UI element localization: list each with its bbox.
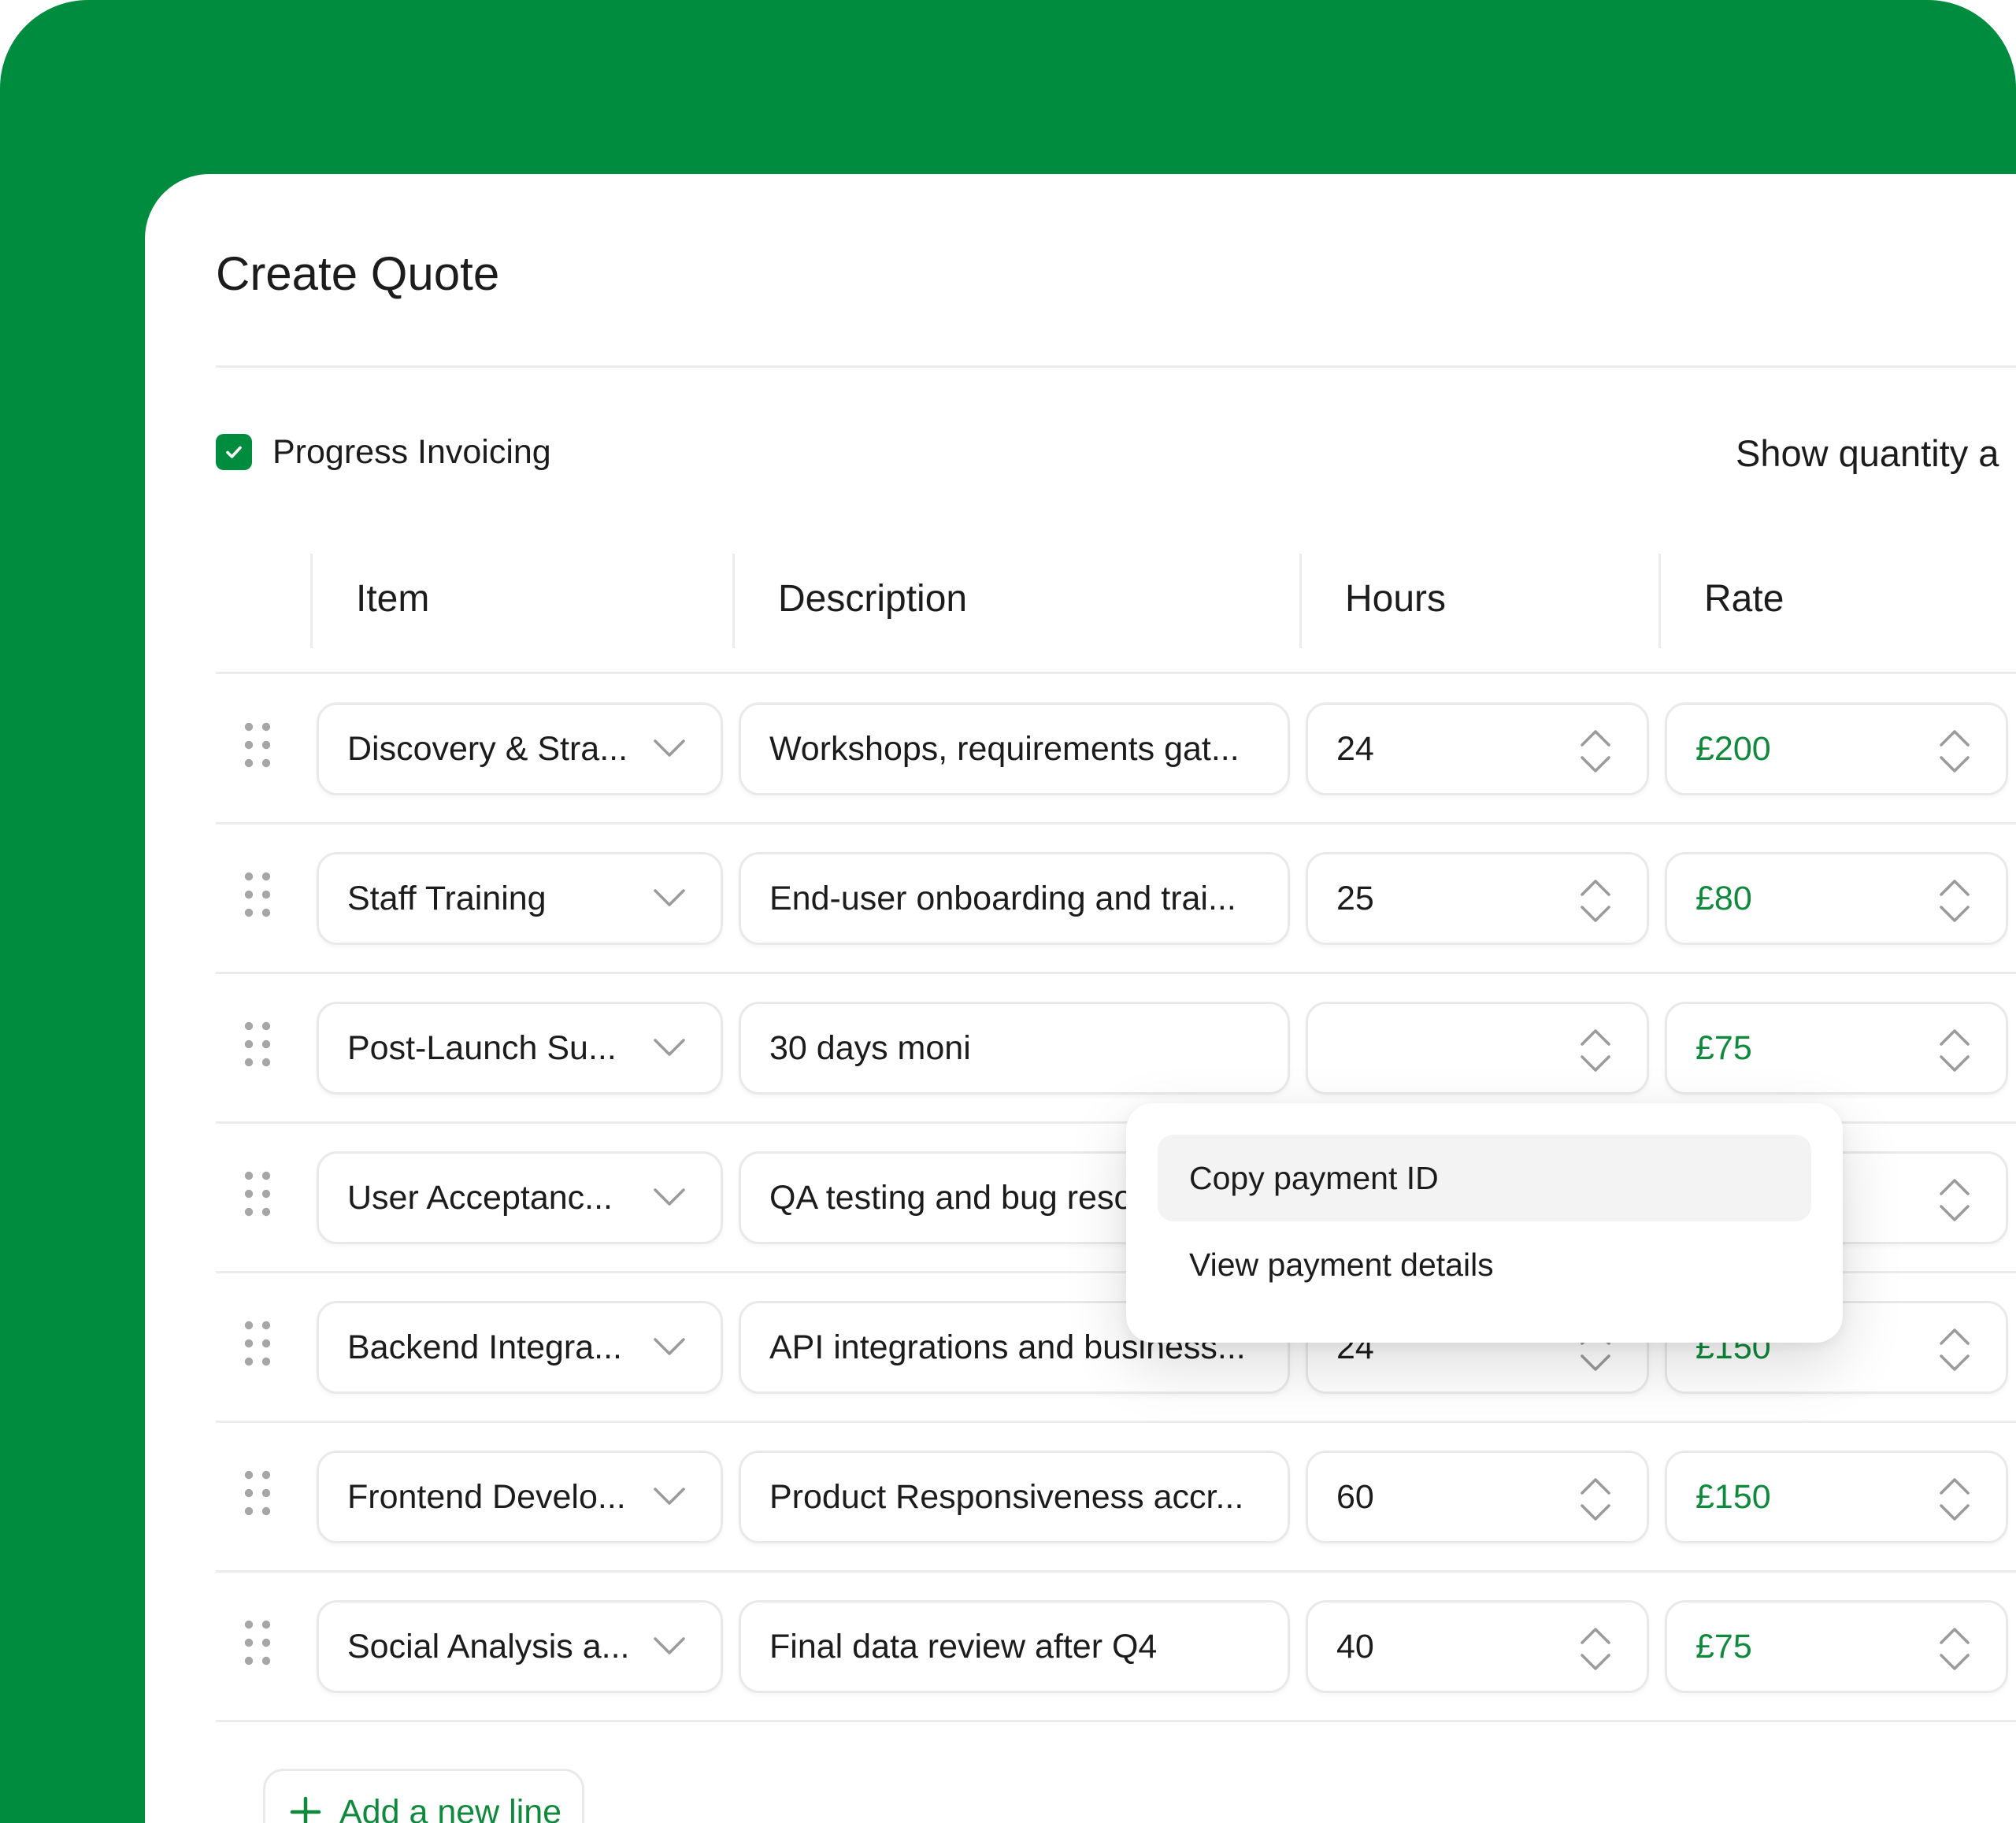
stepper-icon[interactable] bbox=[1938, 1626, 1971, 1672]
drag-handle-icon[interactable] bbox=[244, 1620, 271, 1666]
description-input[interactable]: Workshops, requirements gat... bbox=[739, 702, 1290, 795]
progress-invoicing-checkbox[interactable] bbox=[216, 434, 252, 470]
stepper-icon[interactable] bbox=[1938, 1477, 1971, 1522]
description-input[interactable]: End-user onboarding and trai... bbox=[739, 852, 1290, 945]
item-select[interactable]: Discovery & Stra... bbox=[317, 702, 723, 795]
show-quantity-label: Show quantity a bbox=[1736, 432, 1999, 474]
item-select[interactable]: Staff Training bbox=[317, 852, 723, 945]
page-title: Create Quote bbox=[216, 247, 500, 300]
table-row: Discovery & Stra... Workshops, requiremen… bbox=[216, 675, 2016, 824]
rate-input[interactable]: £75 bbox=[1665, 1600, 2008, 1693]
chevron-down-icon bbox=[654, 1039, 685, 1056]
rate-input[interactable]: £75 bbox=[1665, 1002, 2008, 1095]
item-select[interactable]: Backend Integra... bbox=[317, 1301, 723, 1394]
chevron-down-icon bbox=[654, 1637, 685, 1654]
stepper-icon[interactable] bbox=[1938, 878, 1971, 924]
table-row: Staff Training End-user onboarding and tr… bbox=[216, 824, 2016, 974]
description-input[interactable]: Product Responsiveness accr... bbox=[739, 1451, 1290, 1543]
drag-handle-icon[interactable] bbox=[244, 1171, 271, 1217]
drag-handle-icon[interactable] bbox=[244, 872, 271, 917]
drag-handle-icon[interactable] bbox=[244, 722, 271, 768]
header-separator bbox=[732, 554, 735, 648]
chevron-down-icon bbox=[654, 739, 685, 757]
column-header-description: Description bbox=[778, 578, 968, 620]
check-icon bbox=[226, 446, 242, 458]
progress-invoicing-label: Progress Invoicing bbox=[272, 432, 551, 471]
drag-handle-icon[interactable] bbox=[244, 1021, 271, 1067]
chevron-down-icon bbox=[654, 889, 685, 906]
description-value: Product Responsiveness accr... bbox=[769, 1477, 1244, 1516]
description-input[interactable]: 30 days moni bbox=[739, 1002, 1290, 1095]
stepper-icon[interactable] bbox=[1579, 1028, 1612, 1073]
stepper-icon[interactable] bbox=[1579, 1626, 1612, 1672]
hours-input[interactable]: 60 bbox=[1306, 1451, 1649, 1543]
hours-input[interactable]: 40 bbox=[1306, 1600, 1649, 1693]
item-select[interactable]: Post-Launch Su... bbox=[317, 1002, 723, 1095]
header-divider bbox=[216, 672, 2016, 674]
chevron-down-icon bbox=[654, 1488, 685, 1505]
table-row: Social Analysis a... Final data review af… bbox=[216, 1573, 2016, 1722]
drag-handle-icon[interactable] bbox=[244, 1470, 271, 1516]
menu-item-copy-payment-id[interactable]: Copy payment ID bbox=[1158, 1135, 1811, 1221]
item-select[interactable]: User Acceptanc... bbox=[317, 1151, 723, 1244]
header-separator bbox=[310, 554, 313, 648]
progress-invoicing-option[interactable]: Progress Invoicing bbox=[216, 432, 551, 472]
description-value: Final data review after Q4 bbox=[769, 1627, 1158, 1666]
stepper-icon[interactable] bbox=[1938, 1177, 1971, 1223]
description-value: Workshops, requirements gat... bbox=[769, 729, 1240, 768]
title-divider bbox=[216, 365, 2016, 368]
stepper-icon[interactable] bbox=[1938, 1327, 1971, 1373]
description-input[interactable]: Final data review after Q4 bbox=[739, 1600, 1290, 1693]
description-value: 30 days moni bbox=[769, 1028, 971, 1067]
item-select[interactable]: Social Analysis a... bbox=[317, 1600, 723, 1693]
column-header-item: Item bbox=[356, 578, 430, 620]
column-header-rate: Rate bbox=[1704, 578, 1784, 620]
header-separator bbox=[1658, 554, 1661, 648]
description-value: End-user onboarding and trai... bbox=[769, 879, 1236, 917]
stepper-icon[interactable] bbox=[1579, 728, 1612, 774]
chevron-down-icon bbox=[654, 1338, 685, 1355]
chevron-down-icon bbox=[654, 1188, 685, 1206]
column-header-hours: Hours bbox=[1345, 578, 1447, 620]
row-divider bbox=[216, 1720, 2016, 1722]
drag-handle-icon[interactable] bbox=[244, 1321, 271, 1366]
rate-input[interactable]: £150 bbox=[1665, 1451, 2008, 1543]
header-separator bbox=[1299, 554, 1302, 648]
stepper-icon[interactable] bbox=[1579, 878, 1612, 924]
app-background: Create Quote Progress Invoicing Show qua… bbox=[0, 0, 2016, 1823]
plus-icon bbox=[290, 1796, 321, 1823]
hours-input[interactable]: 25 bbox=[1306, 852, 1649, 945]
hours-input[interactable]: 24 bbox=[1306, 702, 1649, 795]
menu-item-view-payment-details[interactable]: View payment details bbox=[1158, 1221, 1811, 1308]
rate-input[interactable]: £200 bbox=[1665, 702, 2008, 795]
stepper-icon[interactable] bbox=[1938, 728, 1971, 774]
add-line-label: Add a new line bbox=[339, 1792, 562, 1823]
item-select[interactable]: Frontend Develo... bbox=[317, 1451, 723, 1543]
table-row: Frontend Develo... Product Responsiveness… bbox=[216, 1423, 2016, 1573]
stepper-icon[interactable] bbox=[1938, 1028, 1971, 1073]
add-line-button[interactable]: Add a new line bbox=[263, 1769, 584, 1823]
hours-input[interactable] bbox=[1306, 1002, 1649, 1095]
context-menu: Copy payment ID View payment details bbox=[1126, 1103, 1843, 1343]
rate-input[interactable]: £80 bbox=[1665, 852, 2008, 945]
stepper-icon[interactable] bbox=[1579, 1477, 1612, 1522]
table-row: Post-Launch Su... 30 days moni £75 bbox=[216, 974, 2016, 1124]
quote-card: Create Quote Progress Invoicing Show qua… bbox=[145, 174, 2016, 1823]
